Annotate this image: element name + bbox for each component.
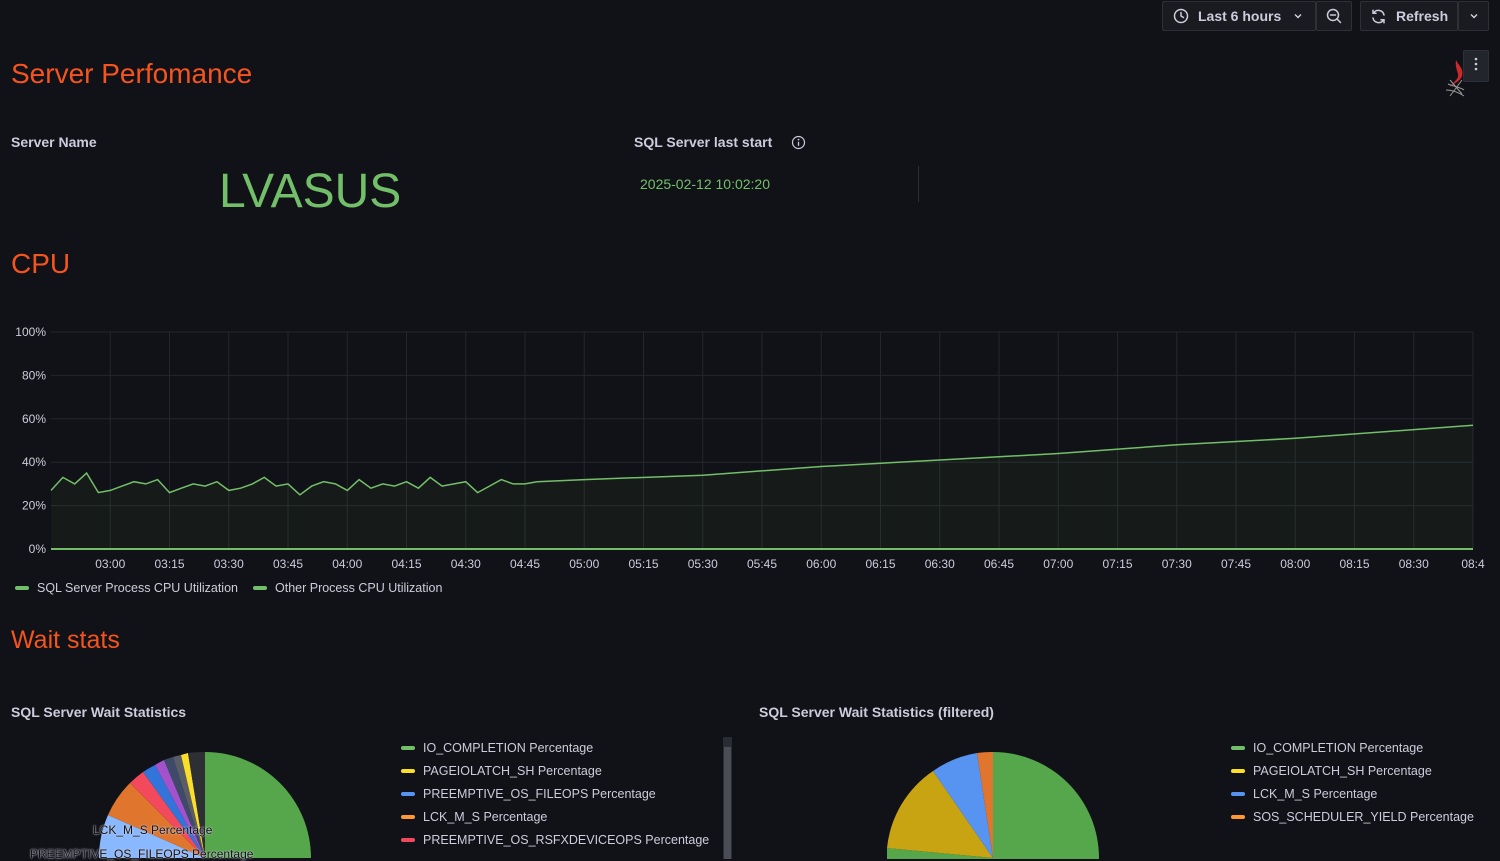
x-tick-label: 07:00 bbox=[1043, 557, 1073, 571]
refresh-button[interactable]: Refresh bbox=[1360, 1, 1458, 31]
server-section-title: Server Perfomance bbox=[11, 58, 253, 89]
x-tick-label: 05:15 bbox=[628, 557, 658, 571]
x-tick-label: 03:00 bbox=[95, 557, 125, 571]
legend-label: IO_COMPLETION Percentage bbox=[423, 741, 594, 755]
x-tick-label: 04:00 bbox=[332, 557, 362, 571]
legend-label: LCK_M_S Percentage bbox=[423, 810, 548, 824]
x-tick-label: 08:00 bbox=[1280, 557, 1310, 571]
legend-item[interactable]: PREEMPTIVE_OS_FILEOPS Percentage bbox=[401, 787, 656, 801]
x-tick-label: 03:30 bbox=[214, 557, 244, 571]
last-start-value: 2025-02-12 10:02:20 bbox=[640, 176, 770, 192]
legend-item[interactable]: LCK_M_S Percentage bbox=[1231, 787, 1377, 801]
cpu-chart: 0%20%40%60%80%100% 03:00 03:15 03:30 03:45 0… bbox=[15, 325, 1485, 571]
y-tick-label: 100% bbox=[15, 325, 46, 339]
legend-item[interactable]: PAGEIOLATCH_SH Percentage bbox=[401, 764, 602, 778]
legend-item[interactable]: PAGEIOLATCH_SH Percentage bbox=[1231, 764, 1432, 778]
y-tick-label: 20% bbox=[22, 499, 46, 513]
legend-swatch bbox=[401, 746, 415, 750]
legend-label: PAGEIOLATCH_SH Percentage bbox=[1253, 764, 1432, 778]
x-tick-label: 08:15 bbox=[1339, 557, 1369, 571]
x-tick-label: 03:15 bbox=[154, 557, 184, 571]
cpu-legend-item-sql[interactable]: SQL Server Process CPU Utilization bbox=[15, 581, 238, 595]
refresh-icon bbox=[1370, 8, 1387, 25]
server-name-title: Server Name bbox=[11, 134, 97, 150]
legend-label: PAGEIOLATCH_SH Percentage bbox=[423, 764, 602, 778]
legend-swatch bbox=[1231, 746, 1245, 750]
zoom-out-button[interactable] bbox=[1316, 1, 1352, 31]
x-tick-label: 07:15 bbox=[1102, 557, 1132, 571]
last-start-title: SQL Server last start bbox=[634, 134, 773, 150]
server-name-value: LVASUS bbox=[219, 165, 402, 218]
legend-scrollbar[interactable] bbox=[723, 737, 732, 859]
x-tick-label: 08:30 bbox=[1399, 557, 1429, 571]
x-tick-label: 06:00 bbox=[806, 557, 836, 571]
y-tick-label: 60% bbox=[22, 412, 46, 426]
cpu-legend-item-other[interactable]: Other Process CPU Utilization bbox=[253, 581, 442, 595]
x-tick-label: 06:45 bbox=[984, 557, 1014, 571]
panel-divider bbox=[918, 166, 919, 202]
scrollbar-thumb[interactable] bbox=[724, 747, 731, 859]
pie-label-lck-m-s: LCK_M_S Percentage bbox=[93, 823, 213, 837]
legend-swatch bbox=[401, 838, 415, 842]
x-tick-label: 04:45 bbox=[510, 557, 540, 571]
refresh-interval-dropdown[interactable] bbox=[1458, 1, 1489, 31]
wait-stats-filtered-pie bbox=[887, 751, 1099, 859]
more-vertical-icon bbox=[1474, 57, 1478, 76]
wait-section-title: Wait stats bbox=[11, 626, 120, 654]
x-tick-label: 06:15 bbox=[865, 557, 895, 571]
legend-swatch bbox=[401, 792, 415, 796]
legend-swatch bbox=[253, 586, 267, 590]
legend-swatch bbox=[401, 769, 415, 773]
cpu-section-title: CPU bbox=[11, 248, 71, 279]
panel-menu-button[interactable] bbox=[1463, 50, 1489, 82]
legend-label: LCK_M_S Percentage bbox=[1253, 787, 1378, 801]
wait-stats-filtered-title: SQL Server Wait Statistics (filtered) bbox=[759, 704, 994, 720]
x-tick-label: 03:45 bbox=[273, 557, 303, 571]
zoom-out-icon bbox=[1325, 7, 1343, 25]
info-icon[interactable] bbox=[791, 135, 806, 155]
legend-label: SQL Server Process CPU Utilization bbox=[37, 581, 238, 595]
legend-label: PREEMPTIVE_OS_FILEOPS Percentage bbox=[423, 787, 656, 801]
y-tick-label: 0% bbox=[29, 542, 47, 556]
time-range-label: Last 6 hours bbox=[1198, 8, 1282, 24]
legend-swatch bbox=[1231, 792, 1245, 796]
legend-item[interactable]: PREEMPTIVE_OS_RSFXDEVICEOPS Percentage bbox=[401, 833, 709, 847]
x-tick-label: 05:30 bbox=[688, 557, 718, 571]
chevron-down-icon bbox=[1469, 11, 1479, 21]
time-range-picker[interactable]: Last 6 hours bbox=[1162, 1, 1316, 31]
legend-label: Other Process CPU Utilization bbox=[275, 581, 443, 595]
clock-icon bbox=[1173, 8, 1189, 24]
legend-item[interactable]: IO_COMPLETION Percentage bbox=[1231, 741, 1423, 755]
x-tick-label: 04:30 bbox=[451, 557, 481, 571]
refresh-label: Refresh bbox=[1396, 8, 1449, 24]
legend-item[interactable]: SOS_SCHEDULER_YIELD Percentage bbox=[1231, 810, 1474, 824]
legend-label: PREEMPTIVE_OS_RSFXDEVICEOPS Percentage bbox=[423, 833, 710, 847]
legend-label: SOS_SCHEDULER_YIELD Percentage bbox=[1253, 810, 1474, 824]
legend-item[interactable]: LCK_M_S Percentage bbox=[401, 810, 547, 824]
x-tick-label: 06:30 bbox=[925, 557, 955, 571]
x-tick-label: 08:4 bbox=[1461, 557, 1485, 571]
y-tick-label: 40% bbox=[22, 455, 46, 469]
legend-label: IO_COMPLETION Percentage bbox=[1253, 741, 1424, 755]
legend-swatch bbox=[15, 586, 29, 590]
y-axis-ticks: 0% 20% 40% 60% 80% 100% bbox=[15, 325, 46, 556]
legend-swatch bbox=[401, 815, 415, 819]
pie-slice-io-completion bbox=[205, 752, 311, 858]
wait-stats-pie bbox=[98, 751, 311, 858]
x-axis-ticks: 03:00 03:15 03:30 03:45 04:00 04:15 04:30 04:45… bbox=[95, 557, 1485, 571]
x-tick-label: 05:45 bbox=[747, 557, 777, 571]
chevron-down-icon bbox=[1293, 11, 1303, 21]
y-tick-label: 80% bbox=[22, 368, 46, 382]
x-tick-label: 07:30 bbox=[1162, 557, 1192, 571]
x-tick-label: 04:15 bbox=[391, 557, 421, 571]
x-tick-label: 05:00 bbox=[569, 557, 599, 571]
legend-swatch bbox=[1231, 815, 1245, 819]
legend-item[interactable]: IO_COMPLETION Percentage bbox=[401, 741, 593, 755]
wait-stats-title: SQL Server Wait Statistics bbox=[11, 704, 187, 720]
legend-swatch bbox=[1231, 769, 1245, 773]
x-tick-label: 07:45 bbox=[1221, 557, 1251, 571]
